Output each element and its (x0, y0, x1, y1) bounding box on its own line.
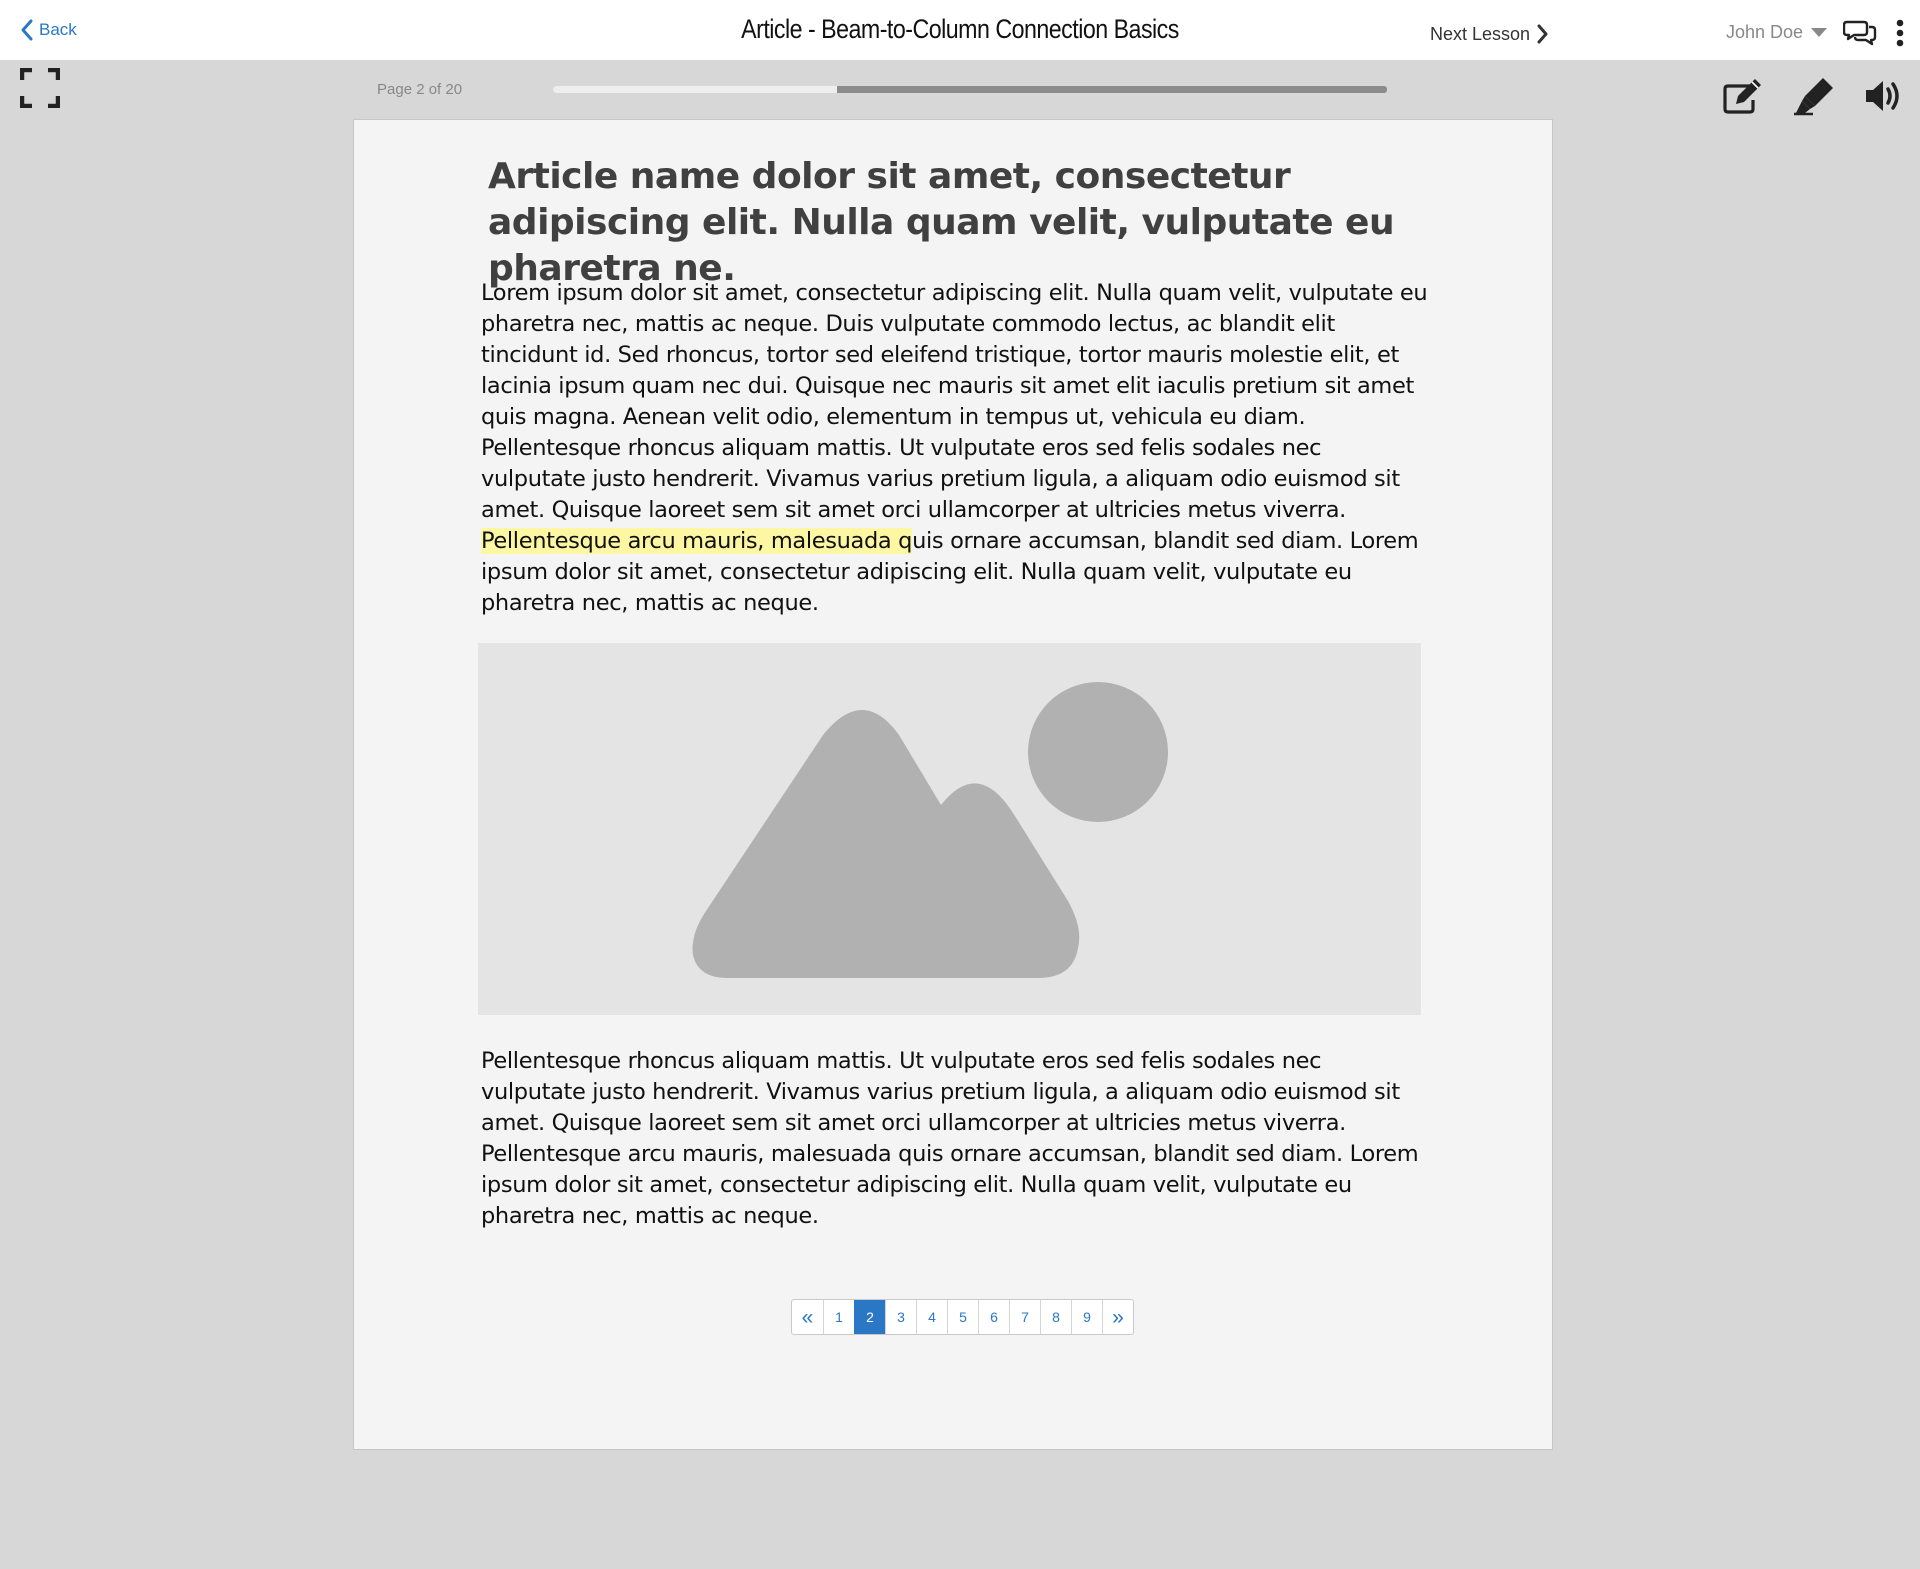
pagination: «1 2 3 4 5 6 7 8 9» (791, 1299, 1134, 1335)
user-name: John Doe (1726, 21, 1804, 42)
top-bar: Back Article - Beam-to-Column Connection… (0, 0, 1920, 60)
image-placeholder-icon (692, 682, 1168, 978)
article-paragraph-1: Lorem ipsum dolor sit amet, consectetur … (481, 278, 1431, 619)
progress-fill (553, 86, 837, 93)
chevron-right-icon (1537, 24, 1548, 44)
pagination-prev-button[interactable]: « (792, 1300, 823, 1334)
paragraph-text: Lorem ipsum dolor sit amet, consectetur … (481, 280, 1428, 523)
chevron-left-icon (21, 19, 33, 41)
article-paragraph-2: Pellentesque rhoncus aliquam mattis. Ut … (481, 1048, 1419, 1229)
highlighted-text[interactable]: Pellentesque arcu mauris, malesuada q (481, 528, 912, 554)
pagination-next-button[interactable]: » (1102, 1300, 1133, 1334)
pagination-page-3[interactable]: 3 (885, 1300, 916, 1334)
highlighter-icon[interactable] (1793, 76, 1837, 116)
pagination-page-9[interactable]: 9 (1071, 1300, 1102, 1334)
more-vertical-icon[interactable] (1894, 18, 1906, 48)
page-indicator: Page 2 of 20 (377, 81, 463, 98)
pagination-page-1[interactable]: 1 (823, 1300, 854, 1334)
article-title: Article name dolor sit amet, consectetur… (488, 156, 1395, 289)
back-button[interactable]: Back (20, 18, 77, 42)
back-label: Back (39, 20, 77, 39)
pagination-page-4[interactable]: 4 (916, 1300, 947, 1334)
article-page: Article name dolor sit amet, consectetur… (353, 119, 1553, 1450)
chat-icon[interactable] (1843, 18, 1877, 46)
pagination-page-5[interactable]: 5 (947, 1300, 978, 1334)
next-lesson-label: Next Lesson (1430, 23, 1531, 44)
user-menu[interactable]: John Doe (1726, 20, 1828, 44)
pagination-page-2[interactable]: 2 (854, 1300, 885, 1334)
pagination-page-7[interactable]: 7 (1009, 1300, 1040, 1334)
next-lesson-button[interactable]: Next Lesson (1430, 22, 1548, 46)
fullscreen-icon[interactable] (20, 68, 60, 108)
pagination-page-8[interactable]: 8 (1040, 1300, 1071, 1334)
progress-bar (553, 86, 1387, 93)
caret-down-icon (1811, 27, 1828, 37)
volume-icon[interactable] (1862, 76, 1906, 116)
pagination-page-6[interactable]: 6 (978, 1300, 1009, 1334)
notes-edit-icon[interactable] (1721, 76, 1765, 116)
image-placeholder (478, 643, 1421, 1015)
